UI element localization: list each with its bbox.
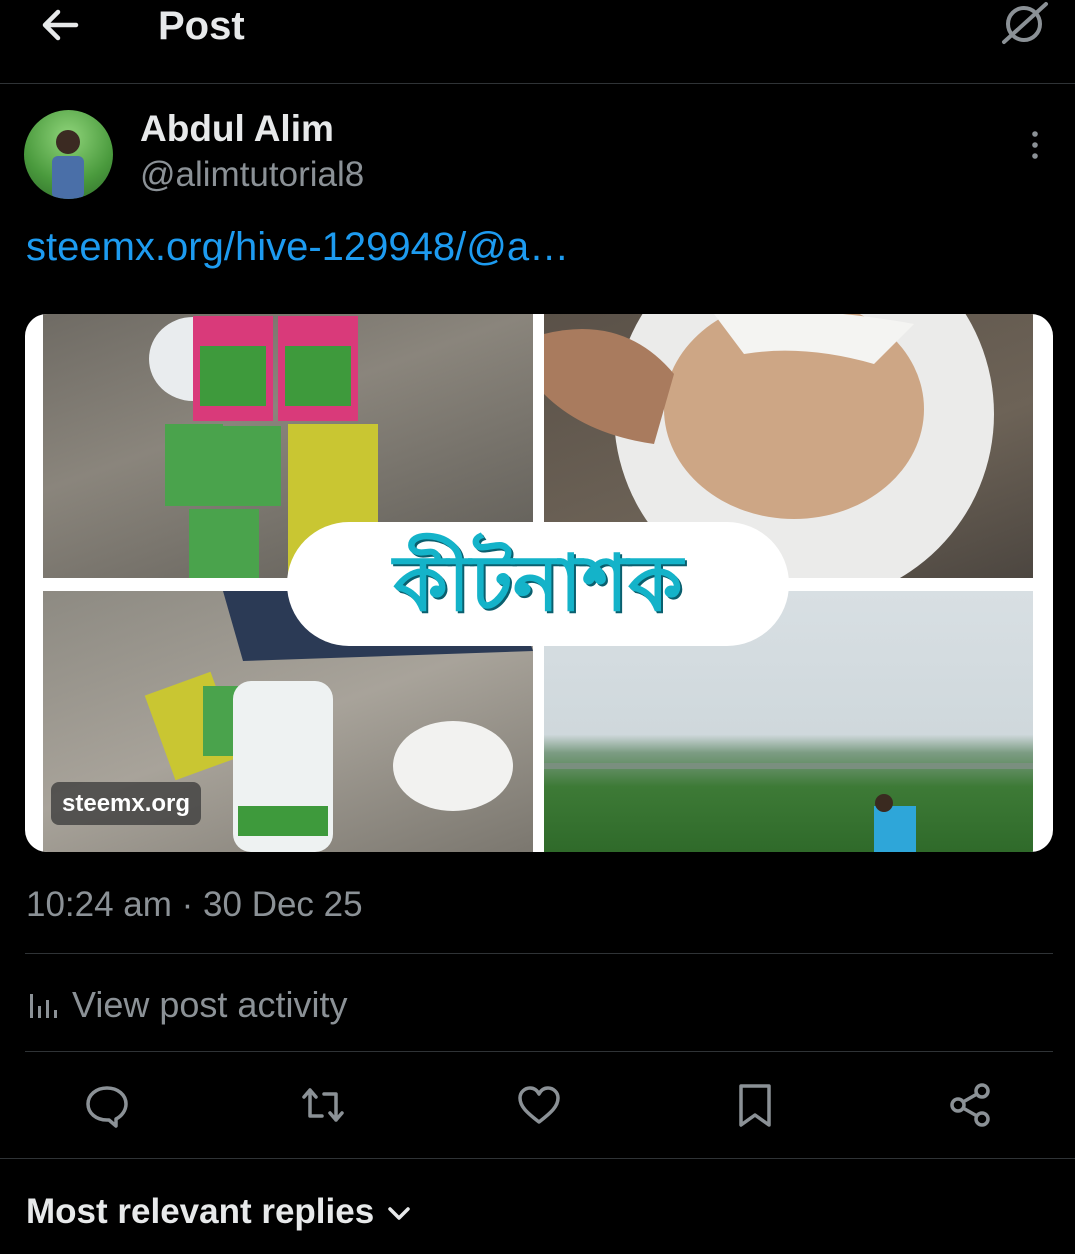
link-source-badge: steemx.org xyxy=(51,782,202,825)
page-title: Post xyxy=(158,4,245,48)
banner-text: কীটনাশক xyxy=(393,539,683,629)
chevron-down-icon xyxy=(386,1202,412,1224)
divider xyxy=(0,1158,1075,1159)
post-link[interactable]: steemx.org/hive-129948/@a… xyxy=(26,222,569,272)
link-preview-image[interactable]: কীটনাশক steemx.org xyxy=(25,314,1053,852)
reply-button[interactable] xyxy=(82,1080,132,1130)
author-handle[interactable]: @alimtutorial8 xyxy=(140,153,364,197)
reply-icon xyxy=(86,1086,128,1128)
heart-icon xyxy=(518,1086,560,1124)
replies-sort-dropdown[interactable]: Most relevant replies xyxy=(26,1188,410,1238)
repost-button[interactable] xyxy=(298,1080,348,1130)
banner-title: কীটনাশক xyxy=(287,522,789,646)
bookmark-icon xyxy=(739,1084,771,1127)
author-name[interactable]: Abdul Alim xyxy=(140,106,334,152)
like-button[interactable] xyxy=(514,1080,564,1130)
analytics-icon xyxy=(28,992,58,1020)
grok-icon[interactable] xyxy=(998,0,1050,46)
repost-icon xyxy=(302,1088,344,1122)
share-icon xyxy=(950,1083,990,1127)
post-timestamp[interactable]: 10:24 am · 30 Dec 25 xyxy=(26,882,363,928)
divider xyxy=(25,1051,1053,1052)
view-post-activity-label: View post activity xyxy=(72,984,348,1025)
arrow-left-icon[interactable] xyxy=(38,2,84,48)
more-options-icon[interactable] xyxy=(1020,130,1050,160)
share-button[interactable] xyxy=(946,1080,996,1130)
divider xyxy=(25,953,1053,954)
avatar[interactable] xyxy=(24,110,113,199)
replies-sort-label: Most relevant replies xyxy=(26,1192,375,1231)
bookmark-button[interactable] xyxy=(730,1080,780,1130)
